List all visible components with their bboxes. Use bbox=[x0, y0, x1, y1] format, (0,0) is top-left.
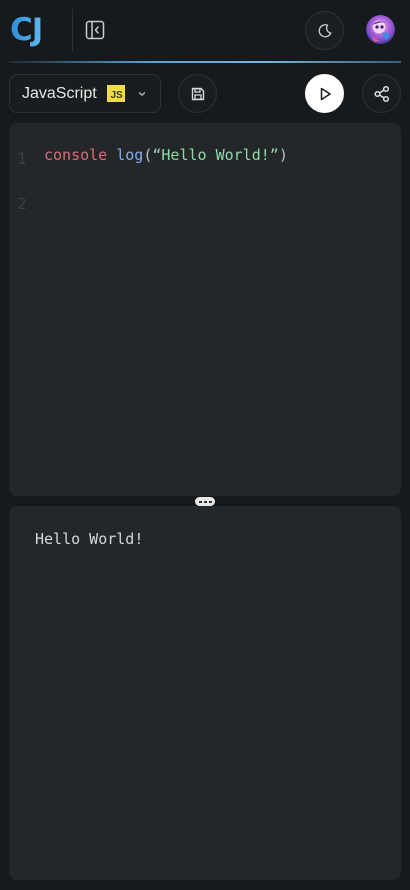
code-token-method: log bbox=[116, 146, 144, 164]
language-label: JavaScript bbox=[22, 84, 97, 102]
user-avatar[interactable] bbox=[366, 15, 395, 44]
moon-icon bbox=[318, 23, 331, 37]
share-button[interactable] bbox=[362, 74, 401, 113]
code-token-dot bbox=[107, 146, 116, 164]
avatar-image bbox=[366, 15, 395, 44]
app-header: CJ bbox=[0, 0, 410, 63]
code-token-string: “Hello World!” bbox=[152, 146, 279, 164]
line-number: 1 bbox=[17, 149, 27, 168]
output-text: Hello World! bbox=[35, 530, 144, 548]
output-panel: Hello World! bbox=[9, 506, 401, 880]
code-token-paren-close: ) bbox=[278, 146, 288, 164]
javascript-badge-icon: JS bbox=[106, 85, 125, 102]
save-button[interactable] bbox=[178, 74, 217, 113]
share-icon bbox=[373, 85, 389, 102]
code-line[interactable]: console log(“Hello World!”) bbox=[44, 146, 288, 164]
theme-toggle-button[interactable] bbox=[305, 11, 344, 50]
chevron-down-icon bbox=[137, 89, 147, 99]
code-editor[interactable]: 1 2 console log(“Hello World!”) bbox=[9, 123, 401, 496]
run-button[interactable] bbox=[305, 74, 344, 113]
play-icon bbox=[320, 87, 331, 100]
line-number: 2 bbox=[17, 194, 27, 213]
app-logo[interactable]: CJ bbox=[10, 12, 43, 48]
language-select[interactable]: JavaScript JS bbox=[9, 74, 161, 113]
sidebar-collapse-icon bbox=[85, 20, 105, 40]
header-divider bbox=[72, 9, 73, 52]
save-icon bbox=[191, 87, 204, 100]
header-accent-line bbox=[9, 61, 401, 63]
sidebar-toggle-button[interactable] bbox=[84, 19, 106, 41]
code-token-object: console bbox=[44, 146, 108, 164]
panel-resize-handle[interactable] bbox=[195, 497, 215, 506]
